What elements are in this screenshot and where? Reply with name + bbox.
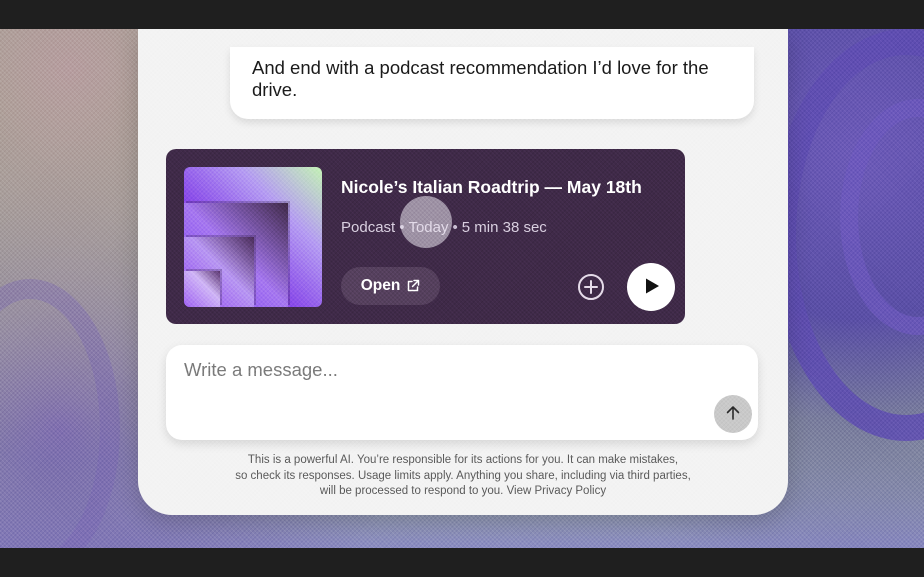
- wallpaper-ring: [0, 279, 120, 548]
- disclaimer-line: so check its responses. Usage limits app…: [235, 469, 691, 482]
- meta-separator: •: [452, 219, 458, 236]
- send-button[interactable]: [714, 395, 752, 433]
- add-to-library-button[interactable]: [576, 272, 606, 302]
- external-link-icon: [406, 279, 420, 293]
- meta-separator: •: [399, 219, 405, 236]
- ai-disclaimer: This is a powerful AI. You’re responsibl…: [178, 453, 748, 500]
- podcast-card[interactable]: Nicole’s Italian Roadtrip — May 18th Pod…: [166, 149, 685, 324]
- podcast-meta: Podcast • Today • 5 min 38 sec: [341, 219, 547, 236]
- wallpaper-ring: [840, 99, 924, 335]
- disclaimer-text: will be processed to respond to you.: [319, 485, 504, 497]
- podcast-duration: 5 min 38 sec: [461, 219, 547, 236]
- user-message-line: And end with a podcast recommendation I’…: [252, 57, 709, 78]
- user-message-line: drive.: [252, 79, 298, 100]
- play-icon: [640, 275, 662, 300]
- touch-indicator: [400, 196, 452, 248]
- cover-art-square: [184, 237, 254, 307]
- podcast-type: Podcast: [341, 219, 396, 236]
- plus-circle-icon: [576, 274, 606, 305]
- message-input[interactable]: [184, 359, 704, 399]
- privacy-policy-link[interactable]: View Privacy Policy: [507, 485, 607, 497]
- wallpaper-background: And end with a podcast recommendation I’…: [0, 29, 924, 548]
- podcast-cover-art: [184, 167, 322, 307]
- chat-panel: And end with a podcast recommendation I’…: [138, 29, 788, 515]
- bottom-letterbox-bar: [0, 548, 924, 577]
- open-podcast-button[interactable]: Open: [341, 267, 440, 305]
- user-message-bubble: And end with a podcast recommendation I’…: [230, 47, 754, 119]
- disclaimer-line: will be processed to respond to you. Vie…: [178, 484, 748, 500]
- podcast-date: Today: [408, 219, 449, 236]
- arrow-up-icon: [724, 404, 742, 425]
- open-button-label: Open: [360, 277, 401, 294]
- play-button[interactable]: [627, 263, 675, 311]
- top-letterbox-bar: [0, 0, 924, 29]
- podcast-title: Nicole’s Italian Roadtrip — May 18th: [341, 177, 642, 197]
- user-message-text: And end with a podcast recommendation I’…: [252, 57, 732, 101]
- wallpaper-ring: [770, 29, 924, 441]
- disclaimer-line: This is a powerful AI. You’re responsibl…: [247, 454, 679, 466]
- cover-art-square: [184, 271, 220, 307]
- cover-art-square: [184, 203, 288, 307]
- message-composer: [166, 345, 758, 440]
